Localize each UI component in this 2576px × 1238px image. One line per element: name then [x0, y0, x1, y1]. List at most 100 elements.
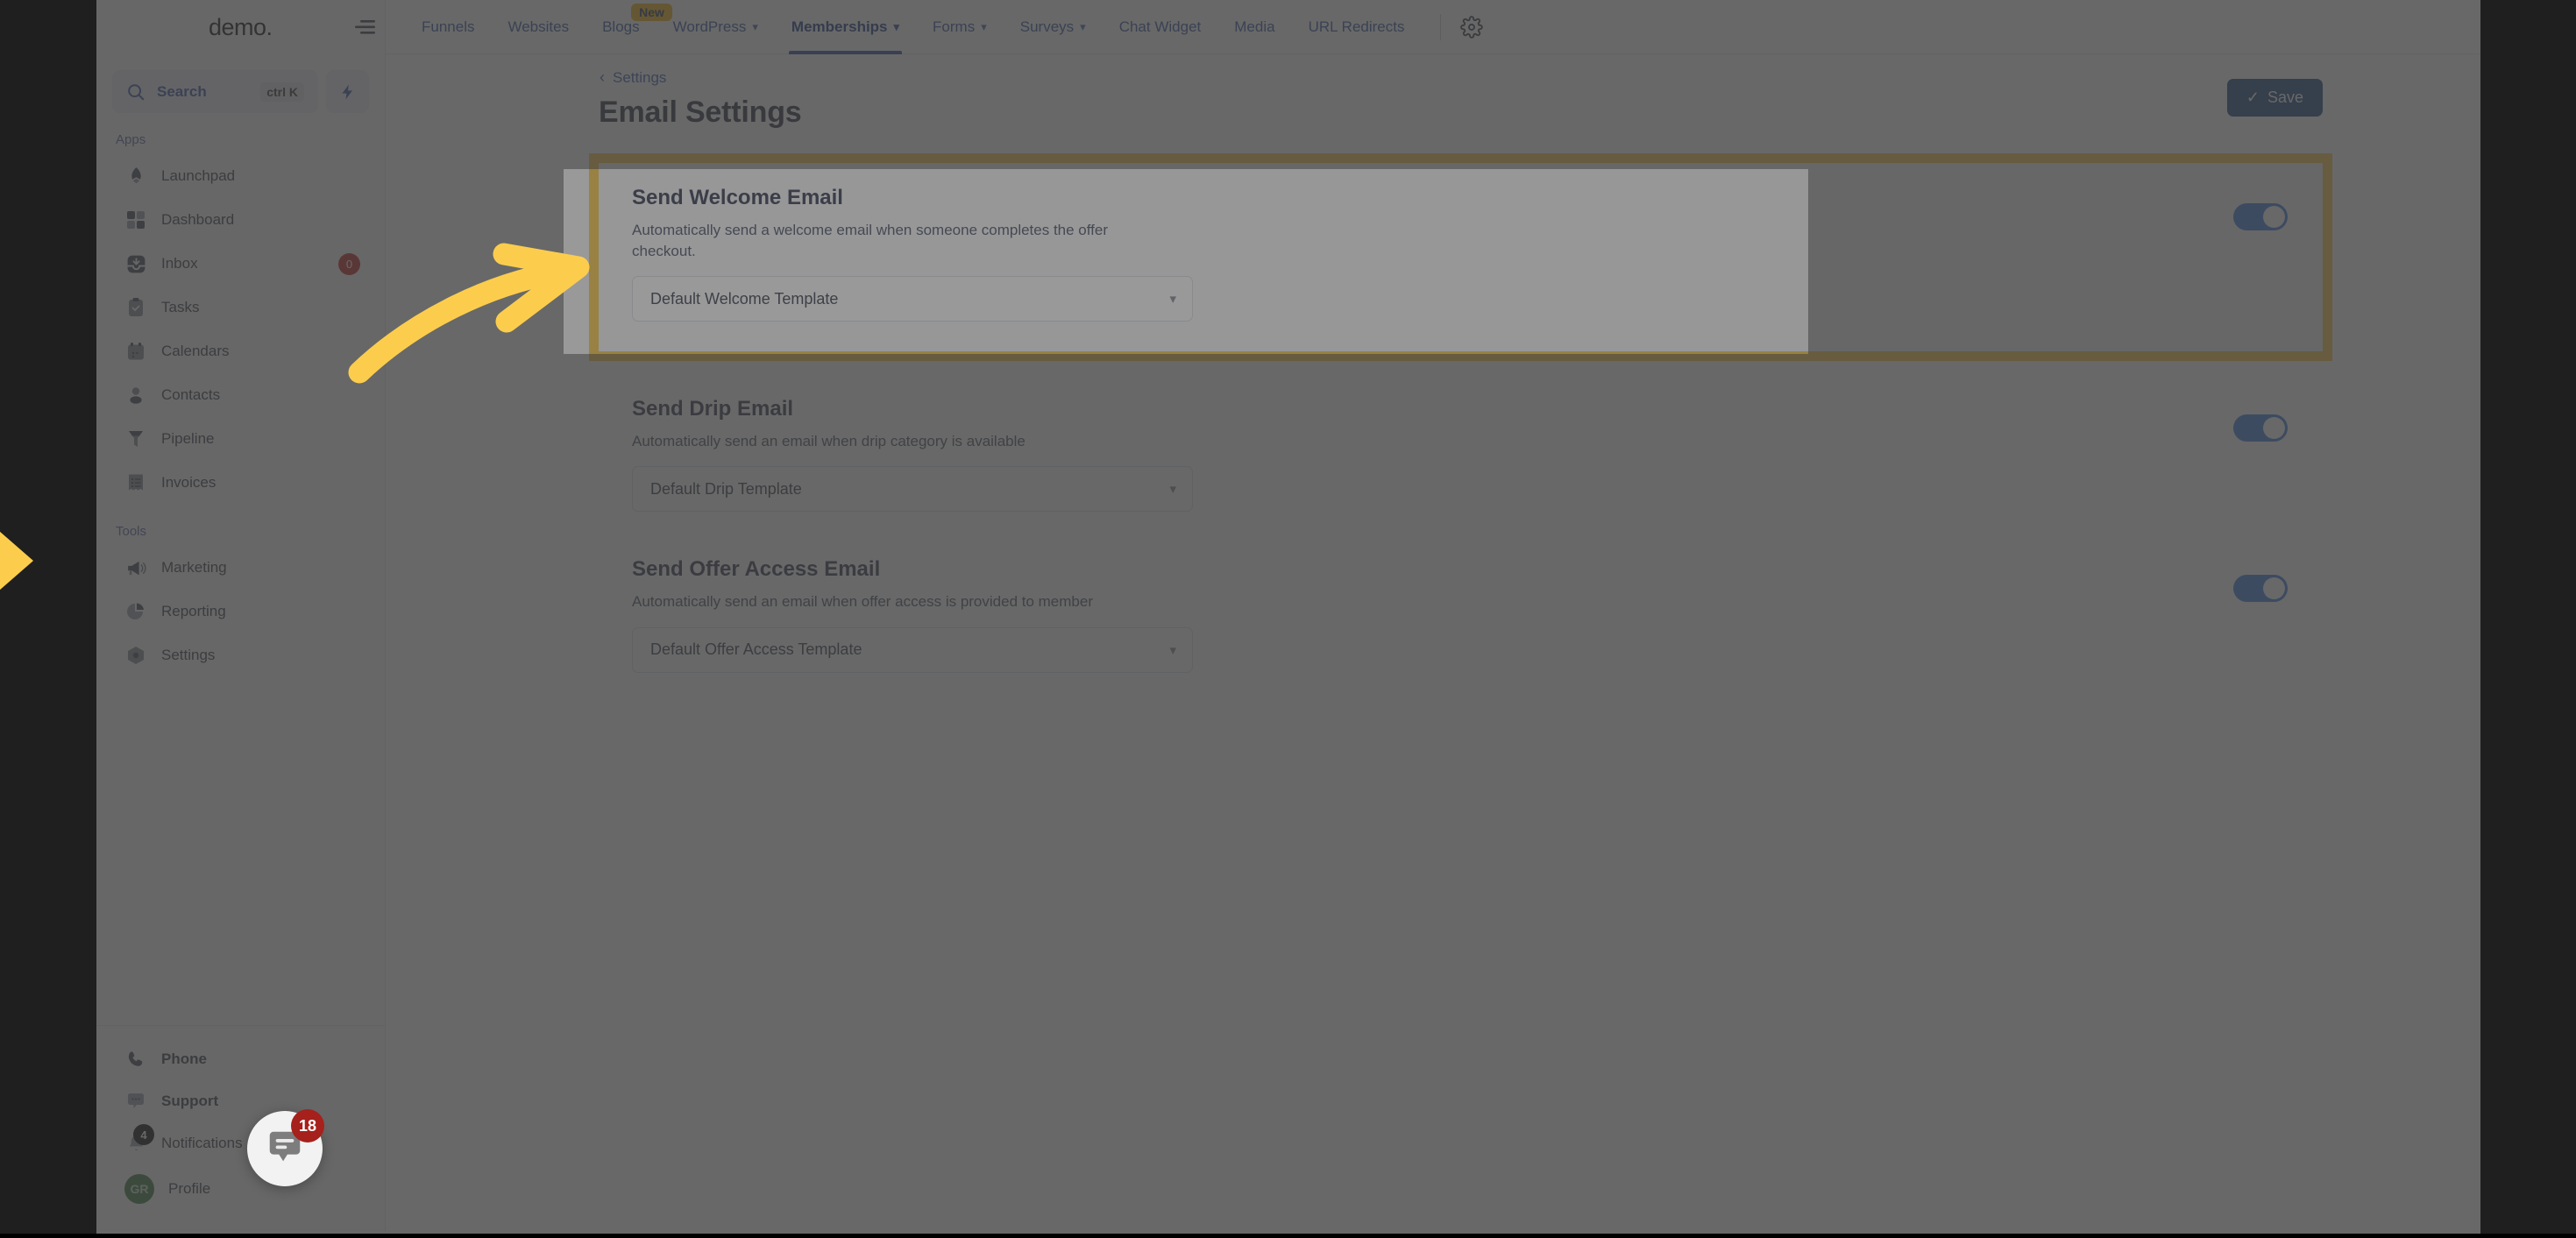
toggle-knob — [2263, 206, 2285, 228]
tab-forms[interactable]: Forms ▾ — [916, 0, 1004, 54]
offer-access-email-toggle[interactable] — [2233, 575, 2288, 603]
sidebar-item-label: Pipeline — [161, 430, 215, 447]
sidebar-item-marketing[interactable]: Marketing — [105, 548, 376, 588]
sidebar-item-reporting[interactable]: Reporting — [105, 591, 376, 632]
drip-template-select[interactable]: Default Drip Template ▾ — [632, 466, 1193, 513]
main-content: ‹ Settings Email Settings ✓ Save Send We… — [386, 54, 2480, 1234]
tab-label: Memberships — [791, 18, 888, 35]
sidebar-item-pipeline[interactable]: Pipeline — [105, 419, 376, 459]
sidebar-item-launchpad[interactable]: Launchpad — [105, 156, 376, 196]
tab-blogs[interactable]: Blogs New — [585, 0, 672, 54]
tab-label: Forms — [933, 18, 976, 35]
sidebar-item-label: Phone — [161, 1051, 207, 1067]
toggle-knob — [2263, 577, 2285, 600]
sidebar-item-phone[interactable]: Phone — [105, 1038, 376, 1080]
tab-label: Blogs — [602, 18, 640, 35]
sidebar-item-profile[interactable]: GR Profile — [105, 1164, 376, 1213]
tab-websites[interactable]: Websites — [491, 0, 585, 54]
nav-divider — [1440, 13, 1442, 40]
sidebar-item-label: Reporting — [161, 603, 226, 619]
clipboard-check-icon — [124, 296, 147, 319]
sidebar-item-label: Invoices — [161, 474, 216, 491]
search-icon — [126, 82, 145, 102]
chat-widget-button[interactable]: 18 — [247, 1109, 324, 1186]
tab-memberships[interactable]: Memberships ▾ — [775, 0, 916, 54]
select-value: Default Welcome Template — [650, 289, 839, 308]
tab-label: Websites — [507, 18, 570, 35]
search-input[interactable]: Search ctrl K — [112, 70, 318, 113]
card-send-drip-email: Send Drip Email Automatically send an em… — [599, 374, 2323, 534]
tab-surveys[interactable]: Surveys ▾ — [1004, 0, 1103, 54]
chevron-down-icon: ▾ — [752, 19, 758, 33]
breadcrumb-label: Settings — [613, 68, 667, 86]
card-spacer — [599, 351, 2323, 374]
tab-url-redirects[interactable]: URL Redirects — [1292, 0, 1422, 54]
breadcrumb[interactable]: ‹ Settings — [600, 68, 666, 87]
sidebar-section-title-tools: Tools — [116, 524, 147, 539]
rocket-icon — [124, 165, 147, 187]
left-sidebar: demo. Search ctrl K Apps Launchpad Dashb… — [96, 0, 386, 1231]
card-title: Send Welcome Email — [632, 186, 843, 209]
sidebar-search-row: Search ctrl K — [96, 70, 385, 113]
pie-chart-icon — [124, 600, 147, 623]
offer-access-template-select[interactable]: Default Offer Access Template ▾ — [632, 626, 1193, 673]
sidebar-item-notifications[interactable]: 4 Notifications — [105, 1122, 376, 1164]
tab-label: URL Redirects — [1308, 18, 1405, 35]
card-title: Send Drip Email — [632, 397, 794, 421]
collapse-menu-icon[interactable] — [348, 12, 380, 42]
select-value: Default Offer Access Template — [650, 640, 862, 658]
sidebar-item-settings[interactable]: Settings — [105, 635, 376, 676]
sidebar-item-label: Launchpad — [161, 167, 236, 184]
save-button[interactable]: ✓ Save — [2226, 79, 2323, 117]
welcome-template-select[interactable]: Default Welcome Template ▾ — [632, 276, 1193, 322]
chevron-down-icon: ▾ — [1169, 642, 1176, 658]
chevron-down-icon: ▾ — [1080, 19, 1086, 33]
tab-label: Media — [1234, 18, 1275, 35]
chevron-left-icon: ‹ — [600, 68, 605, 86]
lightning-bolt-icon — [339, 81, 357, 103]
tab-funnels[interactable]: Funnels — [405, 0, 491, 54]
sidebar-item-label: Dashboard — [161, 211, 235, 228]
sidebar-item-support[interactable]: Support — [105, 1080, 376, 1122]
search-placeholder-label: Search — [157, 82, 207, 100]
sidebar-item-calendars[interactable]: Calendars — [105, 331, 376, 371]
brand-name: demo — [208, 13, 266, 40]
gear-icon[interactable] — [1455, 11, 1488, 44]
sidebar-item-label: Settings — [161, 647, 216, 663]
chevron-down-icon: ▾ — [893, 19, 900, 33]
tab-label: Chat Widget — [1118, 18, 1202, 35]
email-settings-card-list: Send Welcome Email Automatically send a … — [589, 152, 2332, 696]
chevron-down-icon: ▾ — [1169, 482, 1176, 498]
sidebar-item-label: Marketing — [161, 559, 227, 576]
tab-wordpress[interactable]: WordPress ▾ — [656, 0, 775, 54]
quick-actions-button[interactable] — [326, 70, 369, 113]
sidebar-item-dashboard[interactable]: Dashboard — [105, 200, 376, 240]
card-description: Automatically send an email when offer a… — [632, 593, 1093, 611]
welcome-email-toggle[interactable] — [2233, 203, 2288, 230]
inbox-icon — [124, 252, 147, 275]
sidebar-item-inbox[interactable]: Inbox 0 — [105, 244, 376, 284]
sidebar-bottom-area: Phone Support 4 Notifications GR Profile — [96, 1025, 385, 1231]
card-send-welcome-email: Send Welcome Email Automatically send a … — [589, 152, 2332, 362]
sidebar-item-label: Support — [161, 1093, 219, 1109]
brand-dot: . — [266, 13, 273, 40]
sidebar-item-contacts[interactable]: Contacts — [105, 375, 376, 415]
notifications-count-badge: 4 — [133, 1124, 154, 1145]
sidebar-item-invoices[interactable]: Invoices — [105, 463, 376, 503]
left-edge-arrowhead-annotation — [0, 531, 33, 591]
brand-logo[interactable]: demo. — [96, 0, 385, 54]
tab-media[interactable]: Media — [1217, 0, 1291, 54]
chat-dots-icon — [124, 1090, 147, 1113]
sidebar-item-tasks[interactable]: Tasks — [105, 287, 376, 328]
top-navigation-bar: Funnels Websites Blogs New WordPress ▾ M… — [386, 0, 2480, 54]
card-description: Automatically send a welcome email when … — [632, 222, 1109, 260]
chat-unread-badge: 18 — [291, 1109, 324, 1142]
drip-email-toggle[interactable] — [2233, 414, 2288, 442]
search-shortcut-badge: ctrl K — [260, 81, 304, 102]
megaphone-icon — [124, 556, 147, 579]
sidebar-item-label: Calendars — [161, 343, 230, 359]
inbox-count-badge: 0 — [338, 252, 360, 275]
tab-chat-widget[interactable]: Chat Widget — [1103, 0, 1218, 54]
sidebar-item-label: Inbox — [161, 255, 198, 272]
